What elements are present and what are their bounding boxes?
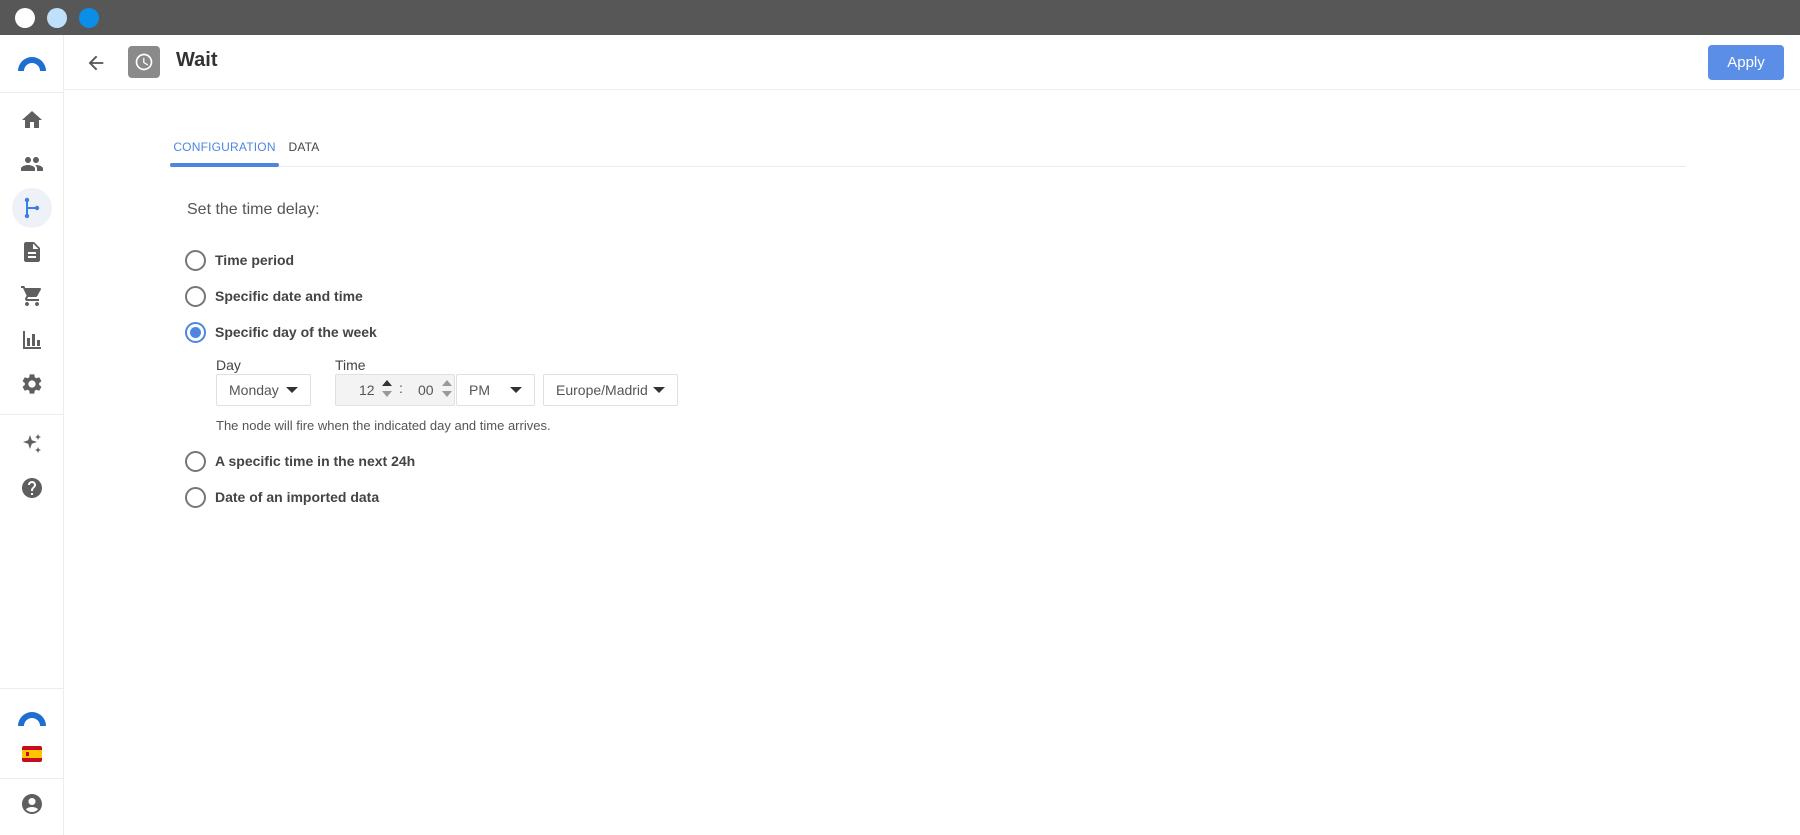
option-time-period[interactable]: Time period — [185, 248, 294, 272]
help-icon[interactable] — [12, 468, 52, 508]
caret-down-icon — [653, 387, 665, 393]
option-label: Date of an imported data — [215, 489, 380, 505]
account-icon[interactable] — [12, 784, 52, 824]
option-label: Specific day of the week — [215, 324, 377, 340]
gear-icon[interactable] — [12, 364, 52, 404]
people-icon[interactable] — [12, 144, 52, 184]
sparkle-icon[interactable] — [12, 424, 52, 464]
option-label: Specific date and time — [215, 288, 363, 304]
tab-data[interactable]: DATA — [279, 125, 329, 167]
home-icon[interactable] — [12, 100, 52, 140]
radio-button[interactable] — [185, 450, 206, 472]
timezone-select[interactable]: Europe/Madrid — [543, 374, 678, 406]
hour-input[interactable]: 12 — [359, 382, 375, 398]
timezone-value: Europe/Madrid — [556, 382, 648, 398]
page-title: Wait — [176, 49, 218, 71]
spain-flag-icon[interactable] — [12, 734, 52, 774]
window-maximize-dot[interactable] — [79, 8, 99, 28]
tab-configuration[interactable]: CONFIGURATION — [170, 125, 279, 167]
option-specific-day-of-week[interactable]: Specific day of the week — [185, 320, 377, 344]
node-type-badge — [128, 46, 160, 78]
clock-icon — [135, 53, 153, 71]
option-date-imported-data[interactable]: Date of an imported data — [185, 485, 379, 509]
window-minimize-dot[interactable] — [47, 8, 67, 28]
bar-chart-icon[interactable] — [12, 320, 52, 360]
flow-icon[interactable] — [12, 188, 52, 228]
arrow-left-icon — [88, 55, 104, 71]
active-tab-indicator — [170, 163, 279, 167]
document-icon[interactable] — [12, 232, 52, 272]
day-label: Day — [216, 357, 241, 373]
radio-button-checked[interactable] — [185, 321, 206, 343]
window-close-dot[interactable] — [15, 8, 35, 28]
minute-stepper[interactable] — [441, 380, 453, 400]
option-label: A specific time in the next 24h — [215, 453, 416, 469]
time-separator: : — [399, 380, 403, 396]
page-header: Wait Apply — [64, 35, 1800, 90]
brand-logo-icon[interactable] — [12, 43, 52, 83]
day-select[interactable]: Monday — [216, 374, 311, 406]
caret-down-icon — [286, 387, 298, 393]
radio-button[interactable] — [185, 486, 206, 508]
radio-button[interactable] — [185, 285, 206, 307]
option-specific-date-time[interactable]: Specific date and time — [185, 284, 363, 308]
caret-down-icon — [510, 387, 522, 393]
brand-logo-small-icon[interactable] — [12, 696, 52, 736]
time-delay-prompt: Set the time delay: — [187, 201, 320, 218]
help-text: The node will fire when the indicated da… — [216, 418, 551, 433]
ampm-select[interactable]: PM — [456, 374, 535, 406]
cart-icon[interactable] — [12, 276, 52, 316]
back-button[interactable] — [82, 49, 110, 77]
time-input: 12 : 00 — [335, 374, 455, 406]
time-label: Time — [335, 357, 366, 373]
option-label: Time period — [215, 252, 295, 268]
ampm-value: PM — [469, 382, 490, 398]
minute-input[interactable]: 00 — [418, 382, 434, 398]
window-titlebar — [0, 0, 1800, 35]
sidebar — [0, 35, 64, 835]
day-value: Monday — [229, 382, 279, 398]
hour-stepper[interactable] — [381, 380, 393, 400]
apply-button[interactable]: Apply — [1708, 45, 1784, 80]
option-specific-time-next-24h[interactable]: A specific time in the next 24h — [185, 449, 415, 473]
tab-bar: CONFIGURATION DATA — [170, 125, 1686, 167]
radio-button[interactable] — [185, 249, 206, 271]
